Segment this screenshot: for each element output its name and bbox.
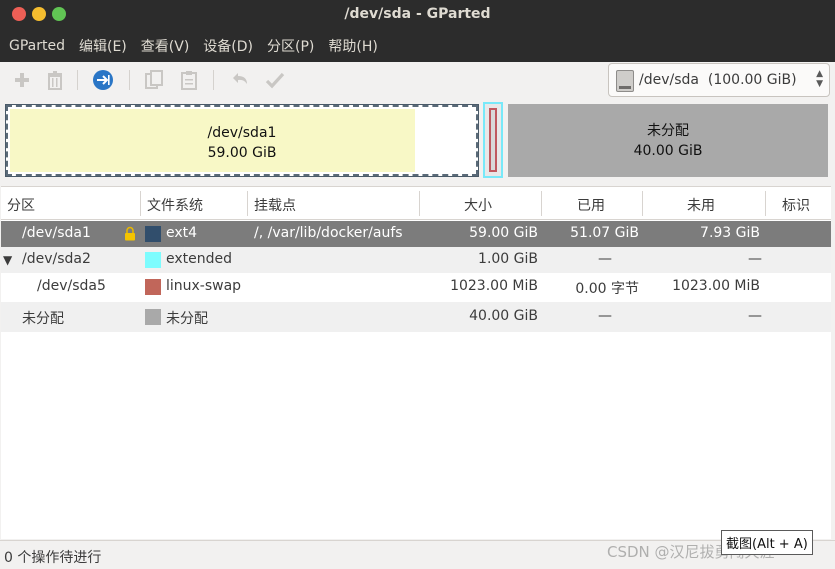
cell-partition: /dev/sda1 — [22, 225, 91, 241]
diskmap-partition-sda1[interactable]: /dev/sda1 59.00 GiB — [5, 104, 479, 177]
delete-icon[interactable] — [43, 68, 67, 92]
diskmap-sda1-size: 59.00 GiB — [207, 145, 277, 161]
copy-icon[interactable] — [142, 68, 166, 92]
cell-partition: /dev/sda5 — [37, 278, 106, 294]
diskmap-partition-sda5[interactable] — [489, 108, 497, 172]
cell-filesystem: linux-swap — [166, 278, 242, 294]
screenshot-tooltip: 截图(Alt + A) — [721, 530, 813, 555]
cell-filesystem: extended — [166, 251, 233, 267]
menu-help[interactable]: 帮助(H) — [323, 36, 382, 56]
col-header-mountpoint[interactable]: 挂载点 — [254, 195, 296, 215]
disk-map: /dev/sda1 59.00 GiB 未分配 40.00 GiB — [0, 99, 835, 184]
col-header-partition[interactable]: 分区 — [7, 195, 35, 215]
col-header-filesystem[interactable]: 文件系统 — [147, 195, 203, 215]
cell-unused: 7.93 GiB — [700, 225, 760, 241]
device-selector[interactable]: /dev/sda (100.00 GiB) ▲ ▼ — [608, 63, 830, 97]
menu-bar: GParted 编辑(E) 查看(V) 设备(D) 分区(P) 帮助(H) — [0, 30, 835, 62]
filesystem-color-swatch — [145, 279, 161, 295]
cell-size: 40.00 GiB — [469, 308, 538, 324]
table-row-sda5[interactable]: /dev/sda5 linux-swap 1023.00 MiB 0.00 字节… — [1, 273, 831, 301]
menu-device[interactable]: 设备(D) — [198, 36, 258, 56]
menu-partition[interactable]: 分区(P) — [262, 36, 319, 56]
col-header-unused[interactable]: 未用 — [687, 195, 715, 215]
diskmap-unallocated[interactable]: 未分配 40.00 GiB — [508, 104, 828, 177]
device-selector-label: /dev/sda (100.00 GiB) — [639, 72, 797, 88]
cell-used: — — [598, 308, 612, 324]
menu-edit[interactable]: 编辑(E) — [74, 36, 132, 56]
col-header-used[interactable]: 已用 — [577, 195, 605, 215]
table-row-sda1[interactable]: /dev/sda1 ext4 /, /var/lib/docker/aufs 5… — [1, 221, 831, 247]
diskmap-sda1-name: /dev/sda1 — [207, 125, 277, 141]
resize-move-icon[interactable] — [91, 68, 115, 92]
cell-unused: 1023.00 MiB — [672, 278, 760, 294]
cell-used: 51.07 GiB — [570, 225, 639, 241]
table-row-sda2[interactable]: ▼ /dev/sda2 extended 1.00 GiB — — — [1, 247, 831, 273]
cell-mountpoint: /, /var/lib/docker/aufs — [254, 225, 403, 241]
undo-icon[interactable] — [228, 68, 252, 92]
cell-unused: — — [748, 308, 762, 324]
title-bar: /dev/sda - GParted — [0, 0, 835, 30]
filesystem-color-swatch — [145, 226, 161, 242]
cell-size: 1.00 GiB — [478, 251, 538, 267]
filesystem-color-swatch — [145, 309, 161, 325]
new-icon[interactable] — [10, 68, 34, 92]
cell-unused: — — [748, 251, 762, 267]
cell-partition: /dev/sda2 — [22, 251, 91, 267]
paste-icon[interactable] — [177, 68, 201, 92]
table-row-unallocated[interactable]: 未分配 未分配 40.00 GiB — — — [1, 302, 831, 332]
diskmap-partition-sda2-extended[interactable] — [483, 102, 503, 178]
cell-filesystem: ext4 — [166, 225, 198, 241]
apply-icon[interactable] — [263, 68, 287, 92]
cell-filesystem: 未分配 — [166, 311, 208, 327]
col-header-size[interactable]: 大小 — [464, 195, 492, 215]
pending-operations-text: 0 个操作待进行 — [4, 550, 102, 566]
col-header-flags[interactable]: 标识 — [782, 195, 810, 215]
chevron-up-down-icon: ▲ ▼ — [816, 69, 823, 89]
cell-used: 0.00 字节 — [575, 281, 639, 297]
cell-size: 59.00 GiB — [469, 225, 538, 241]
cell-size: 1023.00 MiB — [450, 278, 538, 294]
menu-view[interactable]: 查看(V) — [136, 36, 195, 56]
partition-table: 分区 文件系统 挂载点 大小 已用 未用 标识 /dev/sda1 ext4 /… — [1, 186, 831, 539]
table-header: 分区 文件系统 挂载点 大小 已用 未用 标识 — [1, 187, 831, 220]
diskmap-unalloc-name: 未分配 — [647, 123, 689, 139]
cell-used: — — [598, 251, 612, 267]
lock-icon — [125, 226, 135, 241]
cell-partition: 未分配 — [22, 311, 64, 327]
window-title: /dev/sda - GParted — [344, 6, 491, 22]
menu-gparted[interactable]: GParted — [4, 38, 70, 54]
filesystem-color-swatch — [145, 252, 161, 268]
diskmap-unalloc-size: 40.00 GiB — [633, 143, 703, 159]
disk-icon — [616, 70, 634, 92]
expander-arrow-icon[interactable]: ▼ — [3, 253, 12, 267]
